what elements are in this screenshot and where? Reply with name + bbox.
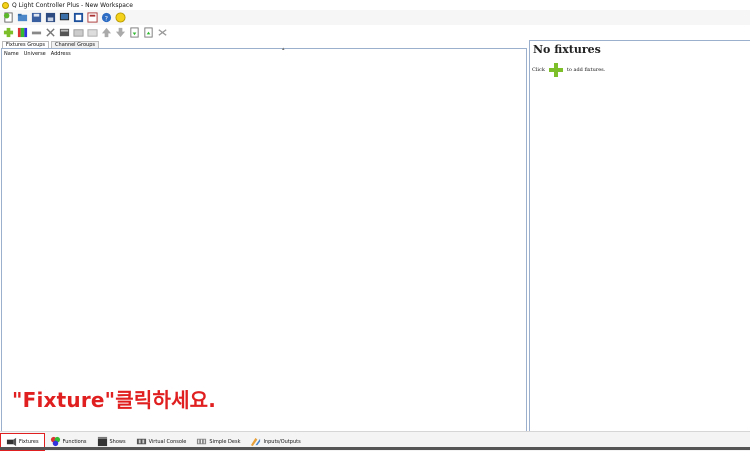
group-icon[interactable] [72,27,84,39]
fixture-tree-panel[interactable]: ▴ Name Universe Address [1,46,527,432]
add-rgb-panel-icon[interactable] [16,27,28,39]
remap-icon[interactable] [156,27,168,39]
fixtures-icon [6,437,17,447]
functions-icon [50,436,60,447]
column-name[interactable]: Name [4,51,19,57]
no-fixtures-heading: No fixtures [533,43,601,56]
tab-inputs-outputs-label: Inputs/Outputs [263,438,301,445]
move-down-icon[interactable] [114,27,126,39]
help-icon[interactable]: ? [100,12,112,24]
save-icon[interactable] [30,12,42,24]
fixture-toolbar [0,25,750,40]
main-toolbar: ? [0,10,750,26]
tab-fixtures-label: Fixtures [19,438,39,445]
monitor-icon[interactable] [58,12,70,24]
add-fixtures-hint: Click to add fixtures. [532,63,605,77]
tab-functions-label: Functions [62,438,87,445]
export-icon[interactable] [142,27,154,39]
add-fixture-icon[interactable] [2,27,14,39]
remove-fixture-icon[interactable] [30,27,42,39]
new-workspace-icon[interactable] [2,12,14,24]
plus-icon [548,63,563,77]
shows-icon [97,436,107,447]
properties-icon[interactable] [58,27,70,39]
virtual-console-icon [136,438,146,445]
tab-virtual-console-label: Virtual Console [148,438,187,445]
column-address[interactable]: Address [51,51,71,57]
address-tool-icon[interactable] [86,12,98,24]
configure-icon[interactable] [44,27,56,39]
save-as-icon[interactable] [44,12,56,24]
fullscreen-icon[interactable] [72,12,84,24]
tab-simple-desk-label: Simple Desk [209,438,241,445]
column-universe[interactable]: Universe [24,51,46,57]
svg-text:?: ? [104,14,107,22]
tab-shows-label: Shows [109,438,126,445]
splitter-handle[interactable]: ▴ [282,46,285,52]
hint-add-label: to add fixtures. [566,67,606,73]
import-icon[interactable] [128,27,140,39]
inputs-outputs-icon [251,437,261,447]
instruction-overlay: "Fixture"클릭하세요. [12,388,217,412]
simple-desk-icon [197,438,207,445]
fixture-info-panel: No fixtures Click to add fixtures. [529,40,750,434]
hint-click-label: Click [532,67,545,73]
ungroup-icon[interactable] [86,27,98,39]
open-icon[interactable] [16,12,28,24]
about-icon[interactable] [114,12,126,24]
app-icon [2,2,9,9]
move-up-icon[interactable] [100,27,112,39]
fixture-tree-header: Name Universe Address [4,51,76,57]
